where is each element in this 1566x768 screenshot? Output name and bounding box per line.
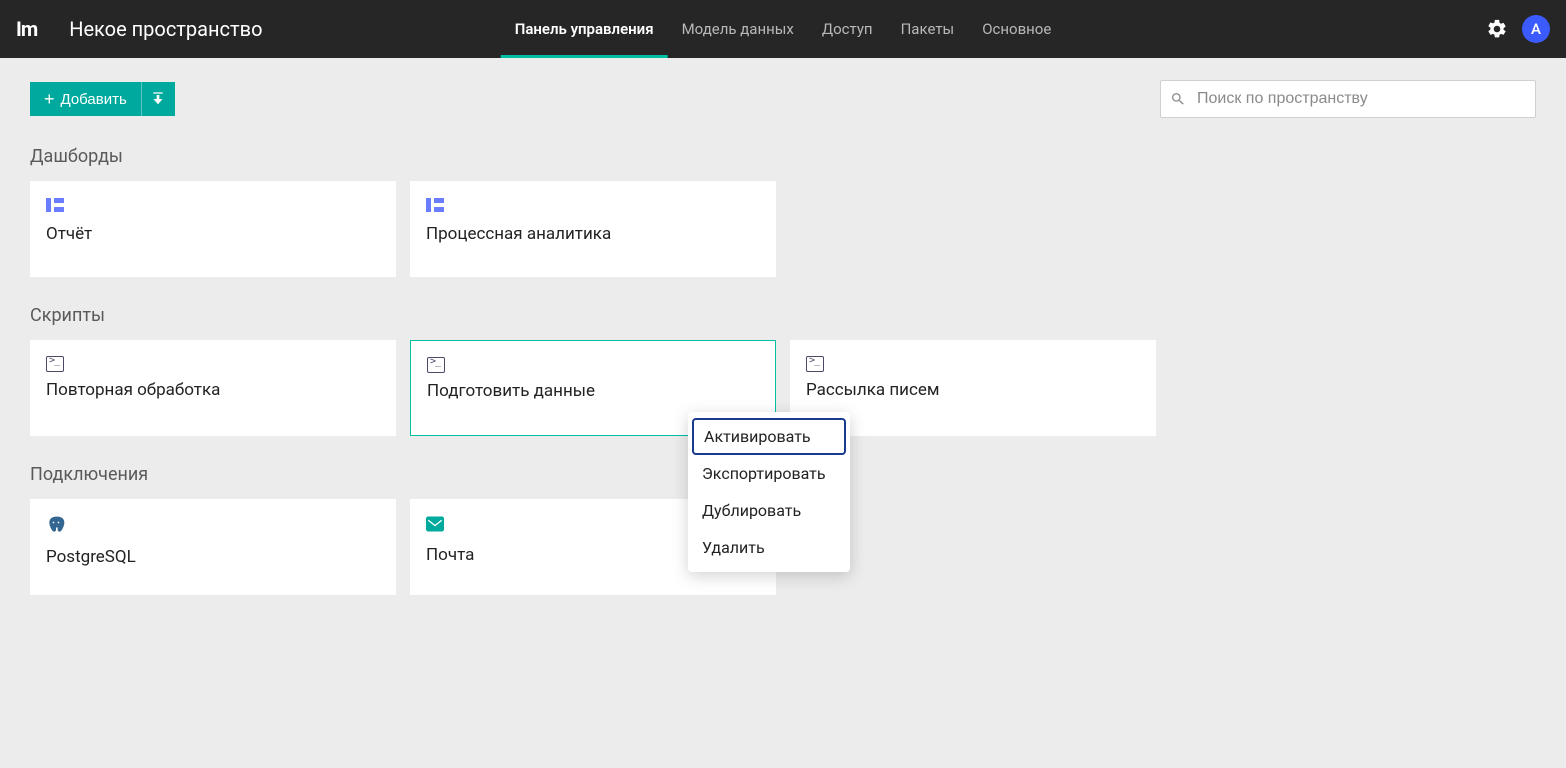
add-button[interactable]: + Добавить bbox=[30, 82, 141, 116]
add-button-label: Добавить bbox=[61, 91, 127, 108]
section-scripts-title: Скрипты bbox=[30, 305, 1536, 326]
nav-packages[interactable]: Пакеты bbox=[887, 0, 969, 58]
menu-delete[interactable]: Удалить bbox=[688, 529, 850, 566]
plus-icon: + bbox=[44, 90, 55, 108]
script-icon bbox=[427, 357, 759, 373]
workspace-name[interactable]: Некое пространство bbox=[69, 17, 262, 41]
menu-duplicate[interactable]: Дублировать bbox=[688, 492, 850, 529]
card-title: Отчёт bbox=[46, 224, 380, 244]
nav-dashboard[interactable]: Панель управления bbox=[501, 0, 668, 58]
script-card[interactable]: Повторная обработка bbox=[30, 340, 396, 436]
search-input[interactable] bbox=[1160, 80, 1536, 118]
menu-export[interactable]: Экспортировать bbox=[688, 455, 850, 492]
dashboard-icon bbox=[426, 197, 760, 216]
dashboards-row: Отчёт Процессная аналитика bbox=[30, 181, 1536, 277]
postgresql-icon bbox=[46, 515, 380, 539]
card-title: Процессная аналитика bbox=[426, 224, 760, 244]
search-wrap bbox=[1160, 80, 1536, 118]
script-icon bbox=[806, 356, 1140, 372]
import-icon bbox=[150, 91, 166, 107]
dashboard-card[interactable]: Процессная аналитика bbox=[410, 181, 776, 277]
nav-data-model[interactable]: Модель данных bbox=[668, 0, 808, 58]
gear-icon[interactable] bbox=[1486, 18, 1508, 40]
content-area: + Добавить Дашборды Отчёт Процессная ана… bbox=[0, 58, 1566, 645]
card-title: Подготовить данные bbox=[427, 381, 759, 401]
card-title: PostgreSQL bbox=[46, 547, 380, 567]
card-title: Рассылка писем bbox=[806, 380, 1140, 400]
dashboard-icon bbox=[46, 197, 380, 216]
top-bar: + Добавить bbox=[30, 80, 1536, 118]
script-icon bbox=[46, 356, 380, 372]
context-menu: Активировать Экспортировать Дублировать … bbox=[688, 412, 850, 572]
app-header: Im Некое пространство Панель управления … bbox=[0, 0, 1566, 58]
connection-card[interactable]: PostgreSQL bbox=[30, 499, 396, 595]
menu-activate[interactable]: Активировать bbox=[692, 418, 846, 455]
search-icon bbox=[1170, 91, 1186, 107]
card-title: Повторная обработка bbox=[46, 380, 380, 400]
main-nav: Панель управления Модель данных Доступ П… bbox=[501, 0, 1066, 58]
section-dashboards-title: Дашборды bbox=[30, 146, 1536, 167]
import-button[interactable] bbox=[141, 82, 175, 116]
nav-main[interactable]: Основное bbox=[968, 0, 1065, 58]
avatar[interactable]: A bbox=[1522, 15, 1550, 43]
logo[interactable]: Im bbox=[16, 17, 37, 41]
nav-access[interactable]: Доступ bbox=[808, 0, 887, 58]
header-right: A bbox=[1486, 15, 1550, 43]
dashboard-card[interactable]: Отчёт bbox=[30, 181, 396, 277]
add-button-group: + Добавить bbox=[30, 82, 175, 116]
